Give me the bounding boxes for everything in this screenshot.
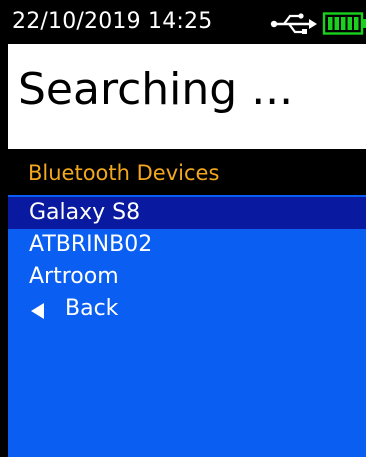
list-item-artroom[interactable]: Artroom — [8, 261, 366, 293]
usb-icon — [270, 13, 317, 34]
list-item-label: ATBRINB02 — [29, 232, 153, 257]
list-item-label: Artroom — [29, 264, 119, 289]
list-item-galaxy-s8[interactable]: Galaxy S8 — [8, 197, 366, 229]
device-screen: 22/10/2019 14:25 Searching ... Bluetooth… — [8, 0, 366, 457]
battery-bar — [328, 17, 333, 30]
back-label: Back — [65, 296, 119, 321]
battery-icon — [322, 12, 366, 35]
battery-bar — [334, 17, 339, 30]
battery-bar — [341, 17, 346, 30]
back-button[interactable]: Back — [8, 293, 366, 325]
device-list: Galaxy S8 ATBRINB02 Artroom Back — [8, 195, 366, 457]
back-arrow-icon — [31, 303, 44, 319]
datetime: 22/10/2019 14:25 — [12, 9, 213, 34]
status-bar: 22/10/2019 14:25 — [8, 0, 366, 44]
section-header: Bluetooth Devices — [8, 149, 366, 195]
title-panel: Searching ... — [8, 44, 366, 149]
battery-bar — [354, 17, 359, 30]
list-item-atbrinb02[interactable]: ATBRINB02 — [8, 229, 366, 261]
list-item-label: Galaxy S8 — [29, 200, 141, 225]
battery-bar — [347, 17, 352, 30]
section-title: Bluetooth Devices — [28, 161, 220, 185]
page-title: Searching ... — [18, 64, 294, 115]
